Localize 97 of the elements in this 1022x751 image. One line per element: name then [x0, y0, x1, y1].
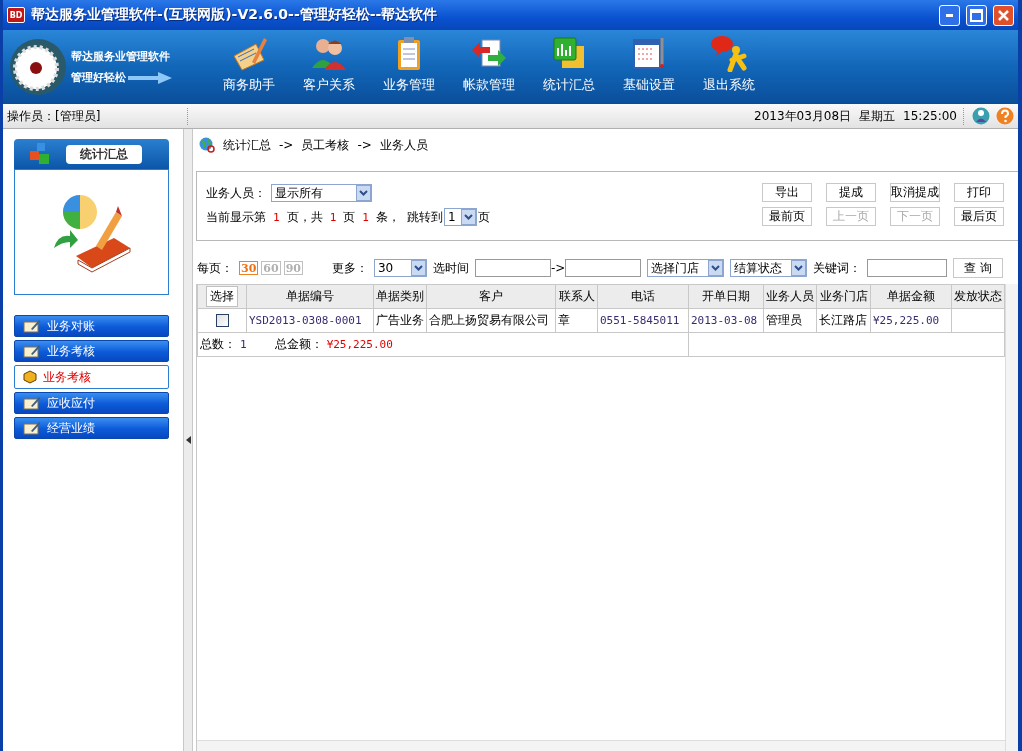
table-cell: 合肥上扬贸易有限公司	[426, 308, 556, 333]
row-checkbox[interactable]	[215, 314, 229, 327]
minimize-icon	[946, 13, 953, 17]
breadcrumb-separator: ->	[357, 138, 372, 152]
column-header: 客户	[426, 284, 556, 309]
pager-label: 页	[343, 208, 356, 226]
page-number: 1	[329, 210, 337, 224]
cube-icon	[23, 370, 37, 384]
count-label: 总数：	[200, 336, 236, 353]
maximize-button[interactable]	[966, 4, 987, 26]
sidebar-item[interactable]: 业务考核	[14, 365, 169, 389]
arrow-icon	[128, 71, 172, 84]
more-label: 更多：	[331, 259, 368, 277]
close-button[interactable]	[993, 4, 1014, 26]
toolbar-button[interactable]: 帐款管理	[449, 30, 529, 104]
toolbar-button[interactable]: 退出系统	[689, 30, 769, 104]
jump-page-select[interactable]: 1	[443, 208, 477, 226]
column-header: 电话	[597, 284, 689, 309]
sidebar-item[interactable]: 经营业绩	[14, 417, 169, 439]
table-cell: 0551-5845011	[597, 308, 689, 333]
cubes-icon	[28, 142, 52, 166]
help-icon	[996, 107, 1014, 125]
window-title: 帮达服务业管理软件-(互联网版)-V2.6.0--管理好轻松--帮达软件	[31, 6, 439, 24]
range-separator: ->	[550, 261, 566, 275]
toolbar-button[interactable]: 商务助手	[209, 30, 289, 104]
toolbar-button[interactable]: 客户关系	[289, 30, 369, 104]
column-header: 单据类别	[373, 284, 427, 309]
column-header: 单据编号	[246, 284, 374, 309]
column-header: 业务门店	[816, 284, 871, 309]
total-label: 总金额：	[274, 336, 323, 353]
end-date-field[interactable]	[565, 259, 642, 277]
action-button[interactable]: 取消提成	[890, 183, 940, 202]
table-cell: YSD2013-0308-0001	[246, 308, 374, 333]
pager-label: 跳转到	[406, 208, 443, 226]
breadcrumb-separator: ->	[279, 138, 294, 152]
sidebar-item[interactable]: 业务对账	[14, 315, 169, 337]
pager-label: 条，	[375, 208, 400, 226]
brand-name: 帮达服务业管理软件	[71, 49, 171, 64]
breadcrumb-item: 业务人员	[379, 136, 428, 154]
operator-label: 操作员：	[7, 107, 55, 125]
collapse-arrow-icon	[185, 436, 191, 444]
action-button[interactable]: 打印	[954, 183, 1004, 202]
total-value: ¥25,225.00	[326, 338, 393, 351]
folder-pen-icon	[23, 396, 41, 410]
start-date-field[interactable]	[474, 259, 551, 277]
column-header: 开单日期	[688, 284, 764, 309]
brand-slogan: 管理好轻松	[71, 70, 126, 85]
status-time: 15:25:00	[903, 109, 957, 123]
column-header: 业务人员	[763, 284, 817, 309]
action-button[interactable]: 最前页	[762, 207, 812, 226]
action-button[interactable]: 导出	[762, 183, 812, 202]
search-button[interactable]: 查 询	[953, 258, 1004, 278]
keyword-label: 关键词：	[813, 259, 862, 277]
pager-label: 当前显示第	[206, 208, 266, 226]
store-select[interactable]: 选择门店	[647, 259, 725, 277]
keyword-field[interactable]	[867, 259, 948, 277]
page-number: 1	[273, 210, 280, 224]
toolbar-button[interactable]: 基础设置	[609, 30, 689, 104]
action-button[interactable]: 提成	[826, 183, 876, 202]
breadcrumb-item: 统计汇总	[223, 136, 271, 154]
time-label: 选时间	[432, 259, 469, 277]
breadcrumb-item: 员工考核	[301, 136, 350, 154]
speech-bubble-person-icon	[710, 34, 748, 72]
more-select[interactable]: 30	[373, 259, 427, 277]
globe-search-icon	[199, 137, 215, 153]
select-all-button[interactable]: 选择	[206, 286, 238, 307]
sidebar-item[interactable]: 业务考核	[14, 340, 169, 362]
sidebar-item[interactable]: 应收应付	[14, 392, 169, 414]
pager-label: 页，共	[286, 208, 323, 226]
panel-title: 统计汇总	[66, 144, 142, 164]
folder-pen-icon	[23, 421, 41, 435]
operator-name: [管理员]	[55, 107, 101, 125]
toolbar-button[interactable]: 统计汇总	[529, 30, 609, 104]
minimize-button[interactable]	[939, 4, 960, 26]
column-header: 单据金额	[870, 284, 952, 309]
horizontal-scrollbar[interactable]	[197, 740, 1005, 751]
app-icon: BD	[7, 7, 25, 23]
vertical-scrollbar[interactable]	[1005, 284, 1018, 751]
column-header: 发放状态	[951, 284, 1005, 309]
per-page-label: 每页：	[197, 259, 233, 277]
user-badge-icon	[972, 107, 990, 125]
close-icon	[998, 9, 1009, 21]
toolbar-button[interactable]: 业务管理	[369, 30, 449, 104]
pager-label: 页	[477, 208, 490, 226]
status-weekday: 星期五	[859, 107, 896, 125]
folder-pen-icon	[23, 344, 41, 358]
gear-logo-icon	[9, 38, 67, 96]
folder-pen-icon	[23, 319, 41, 333]
maximize-icon	[970, 8, 983, 22]
page-number: 1	[362, 210, 369, 224]
count-value: 1	[240, 338, 247, 351]
salesperson-select[interactable]: 显示所有	[271, 184, 372, 202]
column-header: 联系人	[555, 284, 598, 309]
settle-status-select[interactable]: 结算状态	[730, 259, 808, 277]
salesperson-label: 业务人员：	[206, 184, 266, 202]
action-button[interactable]: 最后页	[954, 207, 1004, 226]
status-date: 2013年03月08日	[754, 107, 852, 125]
